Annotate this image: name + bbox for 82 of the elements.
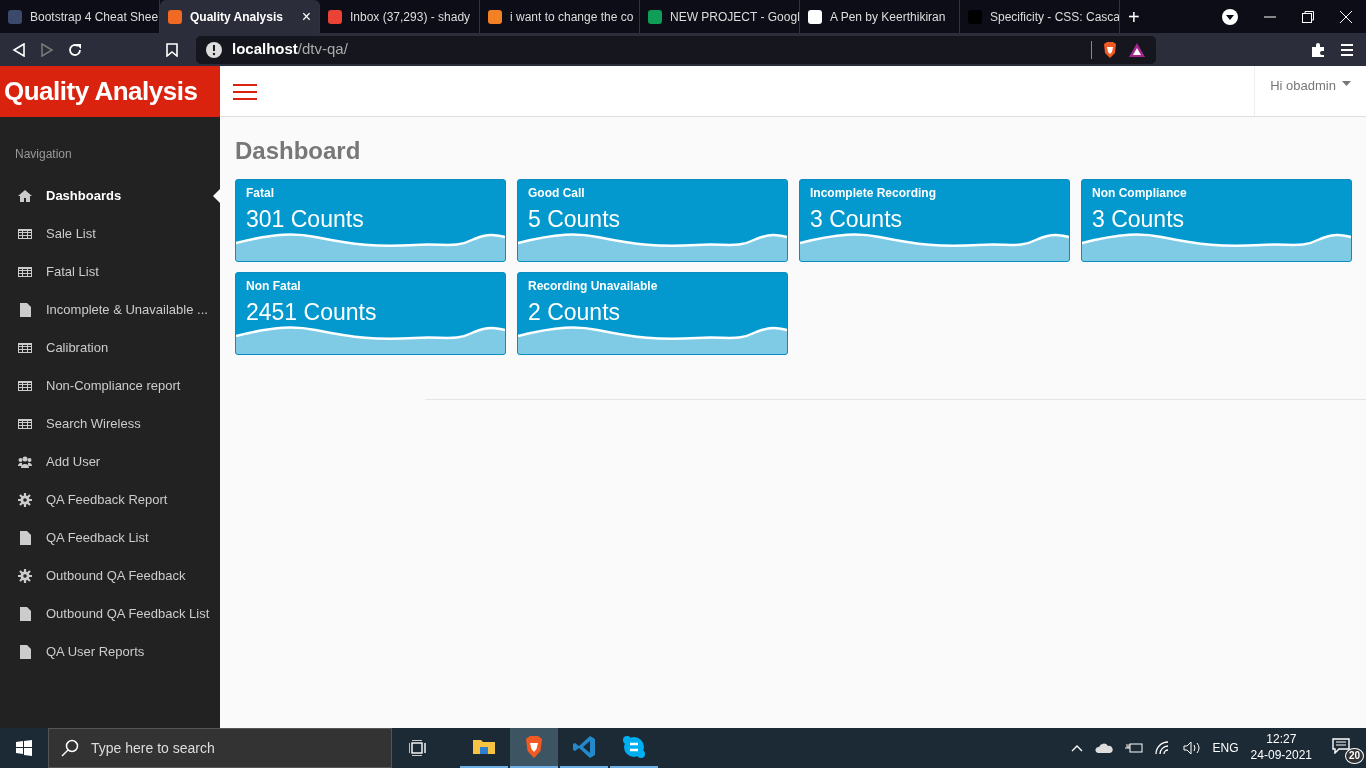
file-icon: [18, 531, 32, 545]
card-count: 2451 Counts: [245, 298, 378, 327]
address-bar[interactable]: localhost/dtv-qa/: [196, 35, 1156, 64]
card-title: Non Compliance: [1091, 185, 1188, 202]
language-indicator[interactable]: ENG: [1212, 739, 1239, 757]
card-title: Non Fatal: [245, 278, 302, 295]
close-tab-button[interactable]: ×: [301, 4, 311, 29]
task-view-icon[interactable]: [409, 740, 427, 756]
tab-title: A Pen by Keerthikiran: [830, 8, 946, 26]
file-icon: [18, 303, 32, 317]
notification-count: 20: [1344, 748, 1364, 764]
chevron-up-icon[interactable]: [1070, 744, 1083, 752]
tab-title: NEW PROJECT - Googl: [670, 8, 799, 26]
card-count: 301 Counts: [245, 205, 365, 234]
sidebar-item[interactable]: Fatal List: [0, 253, 220, 291]
home-icon: [18, 189, 32, 203]
taskbar-app[interactable]: [510, 728, 558, 768]
speaker-icon[interactable]: [1182, 741, 1201, 755]
forward-icon[interactable]: [40, 42, 54, 57]
sidebar-item[interactable]: Outbound QA Feedback List: [0, 595, 220, 633]
sidebar-item[interactable]: Add User: [0, 443, 220, 481]
gear-icon: [18, 569, 32, 583]
users-icon: [18, 455, 32, 469]
nav-heading: Navigation: [14, 146, 73, 163]
browser-tab[interactable]: Quality Analysis ×: [160, 0, 320, 33]
sidebar-item[interactable]: Sale List: [0, 215, 220, 253]
sidebar-item[interactable]: Non-Compliance report: [0, 367, 220, 405]
card-count: 5 Counts: [527, 205, 622, 234]
brand-title: Quality Analysis: [0, 66, 220, 117]
chat-bubble-icon: [622, 735, 646, 759]
new-tab-button[interactable]: +: [1128, 0, 1140, 33]
sidebar-item[interactable]: QA User Reports: [0, 633, 220, 671]
cloud-icon[interactable]: [1094, 743, 1113, 753]
card-title: Incomplete Recording: [809, 185, 938, 202]
restore-icon[interactable]: [1302, 10, 1314, 23]
table-icon: [18, 265, 32, 279]
card-title: Fatal: [245, 185, 275, 202]
card-title: Good Call: [527, 185, 586, 202]
page-title: Dashboard: [235, 136, 362, 166]
user-menu[interactable]: Hi obadmin: [1254, 66, 1366, 116]
table-icon: [18, 379, 32, 393]
url-text: localhost/dtv-qa/: [232, 39, 348, 60]
battery-icon[interactable]: [1124, 742, 1143, 754]
tab-title: Bootstrap 4 Cheat Shee: [30, 8, 159, 26]
clock-time[interactable]: 12:27: [1250, 732, 1312, 748]
sidebar-item[interactable]: QA Feedback List: [0, 519, 220, 557]
card-count: 3 Counts: [809, 205, 904, 234]
notification-icon[interactable]: [1332, 737, 1350, 754]
tab-title: Inbox (37,293) - shady: [350, 8, 471, 26]
tab-title: i want to change the co: [510, 8, 634, 26]
card-count: 2 Counts: [527, 298, 622, 327]
search-field[interactable]: Type here to search: [48, 728, 392, 768]
card-count: 3 Counts: [1091, 205, 1186, 234]
sidebar-item[interactable]: Outbound QA Feedback: [0, 557, 220, 595]
sidebar-item[interactable]: Incomplete & Unavailable ...: [0, 291, 220, 329]
table-icon: [18, 341, 32, 355]
wifi-icon[interactable]: [1154, 741, 1171, 755]
triangle-icon[interactable]: [1128, 41, 1146, 58]
file-icon: [18, 645, 32, 659]
reload-icon[interactable]: [68, 42, 82, 57]
close-icon[interactable]: [1340, 10, 1352, 23]
tab-title: Quality Analysis: [190, 8, 283, 26]
puzzle-icon[interactable]: [1310, 41, 1326, 58]
code-editor-icon: [572, 735, 596, 759]
sidebar-item[interactable]: Search Wireless: [0, 405, 220, 443]
card-title: Recording Unavailable: [527, 278, 659, 295]
search-input[interactable]: Type here to search: [89, 736, 369, 760]
back-icon[interactable]: [12, 42, 26, 57]
info-icon: [206, 41, 222, 58]
gear-icon: [18, 493, 32, 507]
table-icon: [18, 227, 32, 241]
sidebar-item[interactable]: Dashboards: [0, 177, 220, 215]
file-icon: [18, 607, 32, 621]
search-icon: [61, 739, 79, 757]
sidebar-item[interactable]: Calibration: [0, 329, 220, 367]
lion-shield-icon[interactable]: [1102, 40, 1118, 59]
sidebar-item[interactable]: QA Feedback Report: [0, 481, 220, 519]
bookmark-icon[interactable]: [166, 42, 178, 57]
windows-logo-icon[interactable]: [16, 740, 32, 756]
table-icon: [18, 417, 32, 431]
clock-date[interactable]: 24-09-2021: [1250, 748, 1312, 764]
dropdown-icon[interactable]: [1222, 8, 1238, 25]
